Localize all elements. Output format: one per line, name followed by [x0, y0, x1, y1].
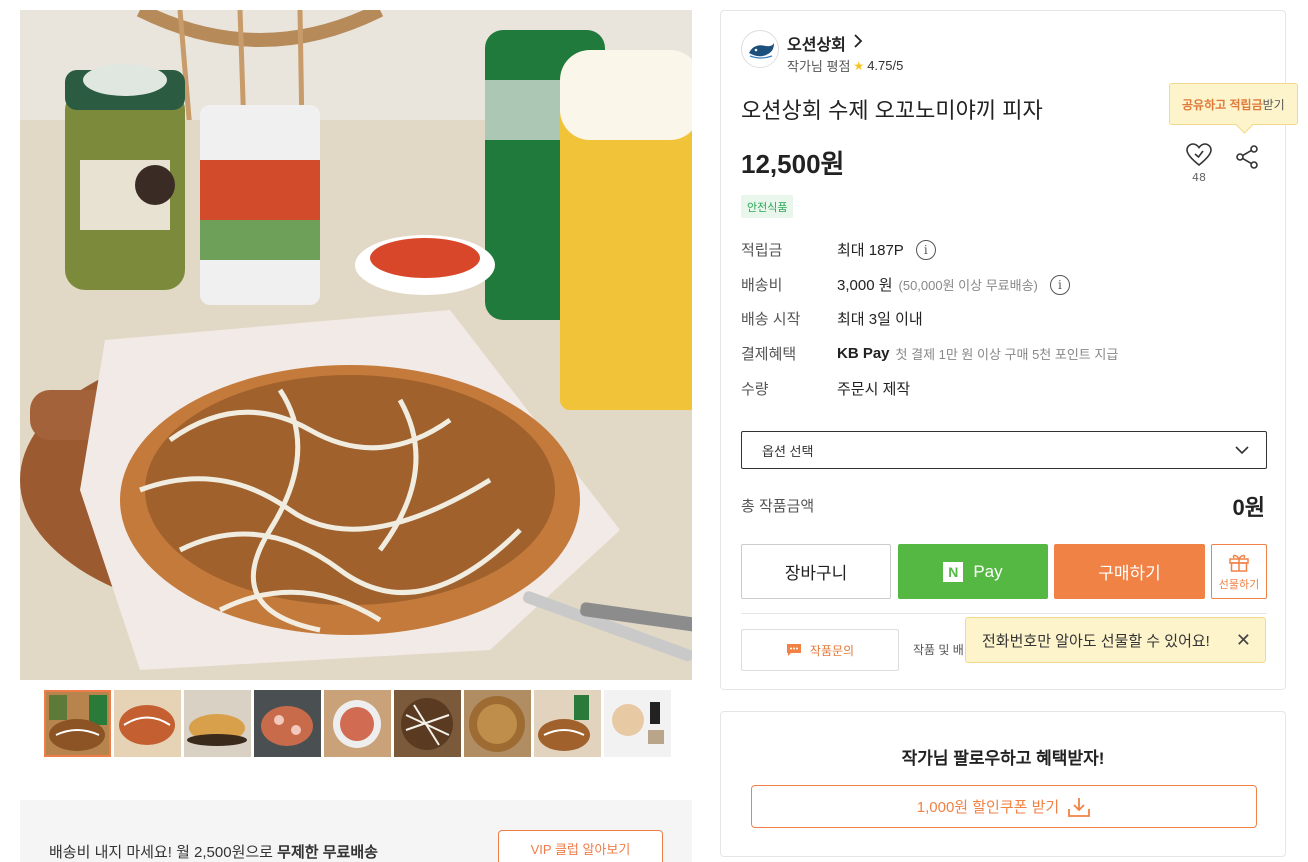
share-tooltip: 공유하고 적립금 받기: [1169, 83, 1298, 125]
divider: [741, 613, 1267, 614]
coupon-button[interactable]: 1,000원 할인쿠폰 받기: [751, 785, 1257, 828]
payment-value: 첫 결제 1만 원 이상 구매 5천 포인트 지급: [895, 347, 1119, 362]
thumbnail-strip: [44, 690, 671, 757]
heart-icon: [1186, 143, 1212, 167]
points-row: 적립금 최대 187P i: [741, 239, 936, 260]
thumbnail[interactable]: [534, 690, 601, 757]
kb-pay-brand: KB Pay: [837, 345, 890, 362]
seller-name[interactable]: 오션상회: [787, 31, 846, 55]
gift-icon: [1229, 554, 1249, 572]
rating-label: 작가님 평점: [787, 59, 851, 74]
close-icon[interactable]: ✕: [1236, 630, 1251, 651]
share-button[interactable]: [1234, 144, 1260, 174]
gift-button[interactable]: 선물하기: [1211, 544, 1267, 599]
vip-club-button[interactable]: VIP 클럽 알아보기: [498, 830, 663, 862]
product-title: 오션상회 수제 오꼬노미야끼 피자: [741, 98, 1043, 123]
gift-tooltip-text: 전화번호만 알아도 선물할 수 있어요!: [982, 632, 1210, 650]
option-select-placeholder: 옵션 선택: [762, 443, 814, 459]
like-count: 48: [1192, 171, 1206, 184]
inquiry-button[interactable]: 작품문의: [741, 629, 899, 671]
option-select[interactable]: 옵션 선택: [741, 431, 1267, 469]
share-tooltip-highlight: 공유하고 적립금: [1182, 97, 1263, 112]
shipping-label: 배송비: [741, 277, 783, 294]
ship-start-row: 배송 시작 최대 3일 이내: [741, 308, 923, 329]
vip-banner: 배송비 내지 마세요! 월 2,500원으로 무제한 무료배송 VIP 클럽 알…: [20, 800, 692, 862]
total-label: 총 작품금액: [741, 498, 815, 515]
points-value: 최대 187P: [837, 242, 904, 259]
info-icon[interactable]: i: [915, 239, 936, 260]
thumbnail[interactable]: [324, 690, 391, 757]
ship-start-label: 배송 시작: [741, 311, 801, 328]
gift-label: 선물하기: [1218, 578, 1260, 591]
quantity-label: 수량: [741, 381, 769, 398]
seller-logo[interactable]: [741, 30, 779, 68]
share-tooltip-rest: 받기: [1262, 97, 1285, 112]
total-value: 0원: [1232, 495, 1265, 520]
npay-logo: N: [943, 561, 964, 582]
buy-button[interactable]: 구매하기: [1054, 544, 1205, 599]
quantity-row: 수량 주문시 제작: [741, 378, 910, 399]
download-icon: [1068, 797, 1091, 817]
thumbnail[interactable]: [604, 690, 671, 757]
chevron-down-icon: [1235, 446, 1249, 455]
star-icon: ★: [853, 58, 865, 73]
payment-label: 결제혜택: [741, 346, 797, 363]
thumbnail[interactable]: [184, 690, 251, 757]
chevron-right-icon[interactable]: [853, 31, 863, 52]
safe-food-badge: 안전식품: [741, 195, 794, 218]
product-main-photo[interactable]: [20, 10, 692, 680]
seller-rating: 작가님 평점 ★ 4.75/5: [787, 56, 903, 75]
shipping-sub: (50,000원 이상 무료배송): [898, 278, 1038, 293]
payment-row: 결제혜택 KB Pay 첫 결제 1만 원 이상 구매 5천 포인트 지급: [741, 343, 1118, 364]
npay-button[interactable]: N Pay: [898, 544, 1048, 599]
thumbnail[interactable]: [44, 690, 111, 757]
thumbnail[interactable]: [394, 690, 461, 757]
coupon-label: 1,000원 할인쿠폰 받기: [916, 799, 1060, 816]
cart-button[interactable]: 장바구니: [741, 544, 891, 599]
like-button[interactable]: 48: [1184, 143, 1214, 184]
vip-text: 배송비 내지 마세요! 월 2,500원으로 무제한 무료배송: [49, 844, 378, 861]
npay-label: Pay: [973, 561, 1003, 581]
follow-box: 작가님 팔로우하고 혜택받자! 1,000원 할인쿠폰 받기: [720, 711, 1286, 857]
points-label: 적립금: [741, 242, 783, 259]
chat-icon: [786, 644, 801, 656]
follow-title: 작가님 팔로우하고 혜택받자!: [901, 749, 1105, 768]
inquiry-side-text: 작품 및 배: [913, 643, 964, 657]
gift-tooltip: 전화번호만 알아도 선물할 수 있어요! ✕: [965, 617, 1266, 663]
thumbnail[interactable]: [464, 690, 531, 757]
thumbnail[interactable]: [114, 690, 181, 757]
product-price: 12,500원: [741, 149, 845, 179]
shipping-value: 3,000 원: [837, 277, 893, 294]
inquiry-label: 작품문의: [809, 643, 855, 658]
ship-start-value: 최대 3일 이내: [837, 311, 923, 328]
thumbnail[interactable]: [254, 690, 321, 757]
rating-value: 4.75/5: [867, 58, 904, 73]
quantity-value: 주문시 제작: [837, 381, 911, 398]
shipping-row: 배송비 3,000 원 (50,000원 이상 무료배송) i: [741, 274, 1070, 295]
share-icon: [1236, 145, 1258, 169]
info-icon[interactable]: i: [1049, 274, 1070, 295]
